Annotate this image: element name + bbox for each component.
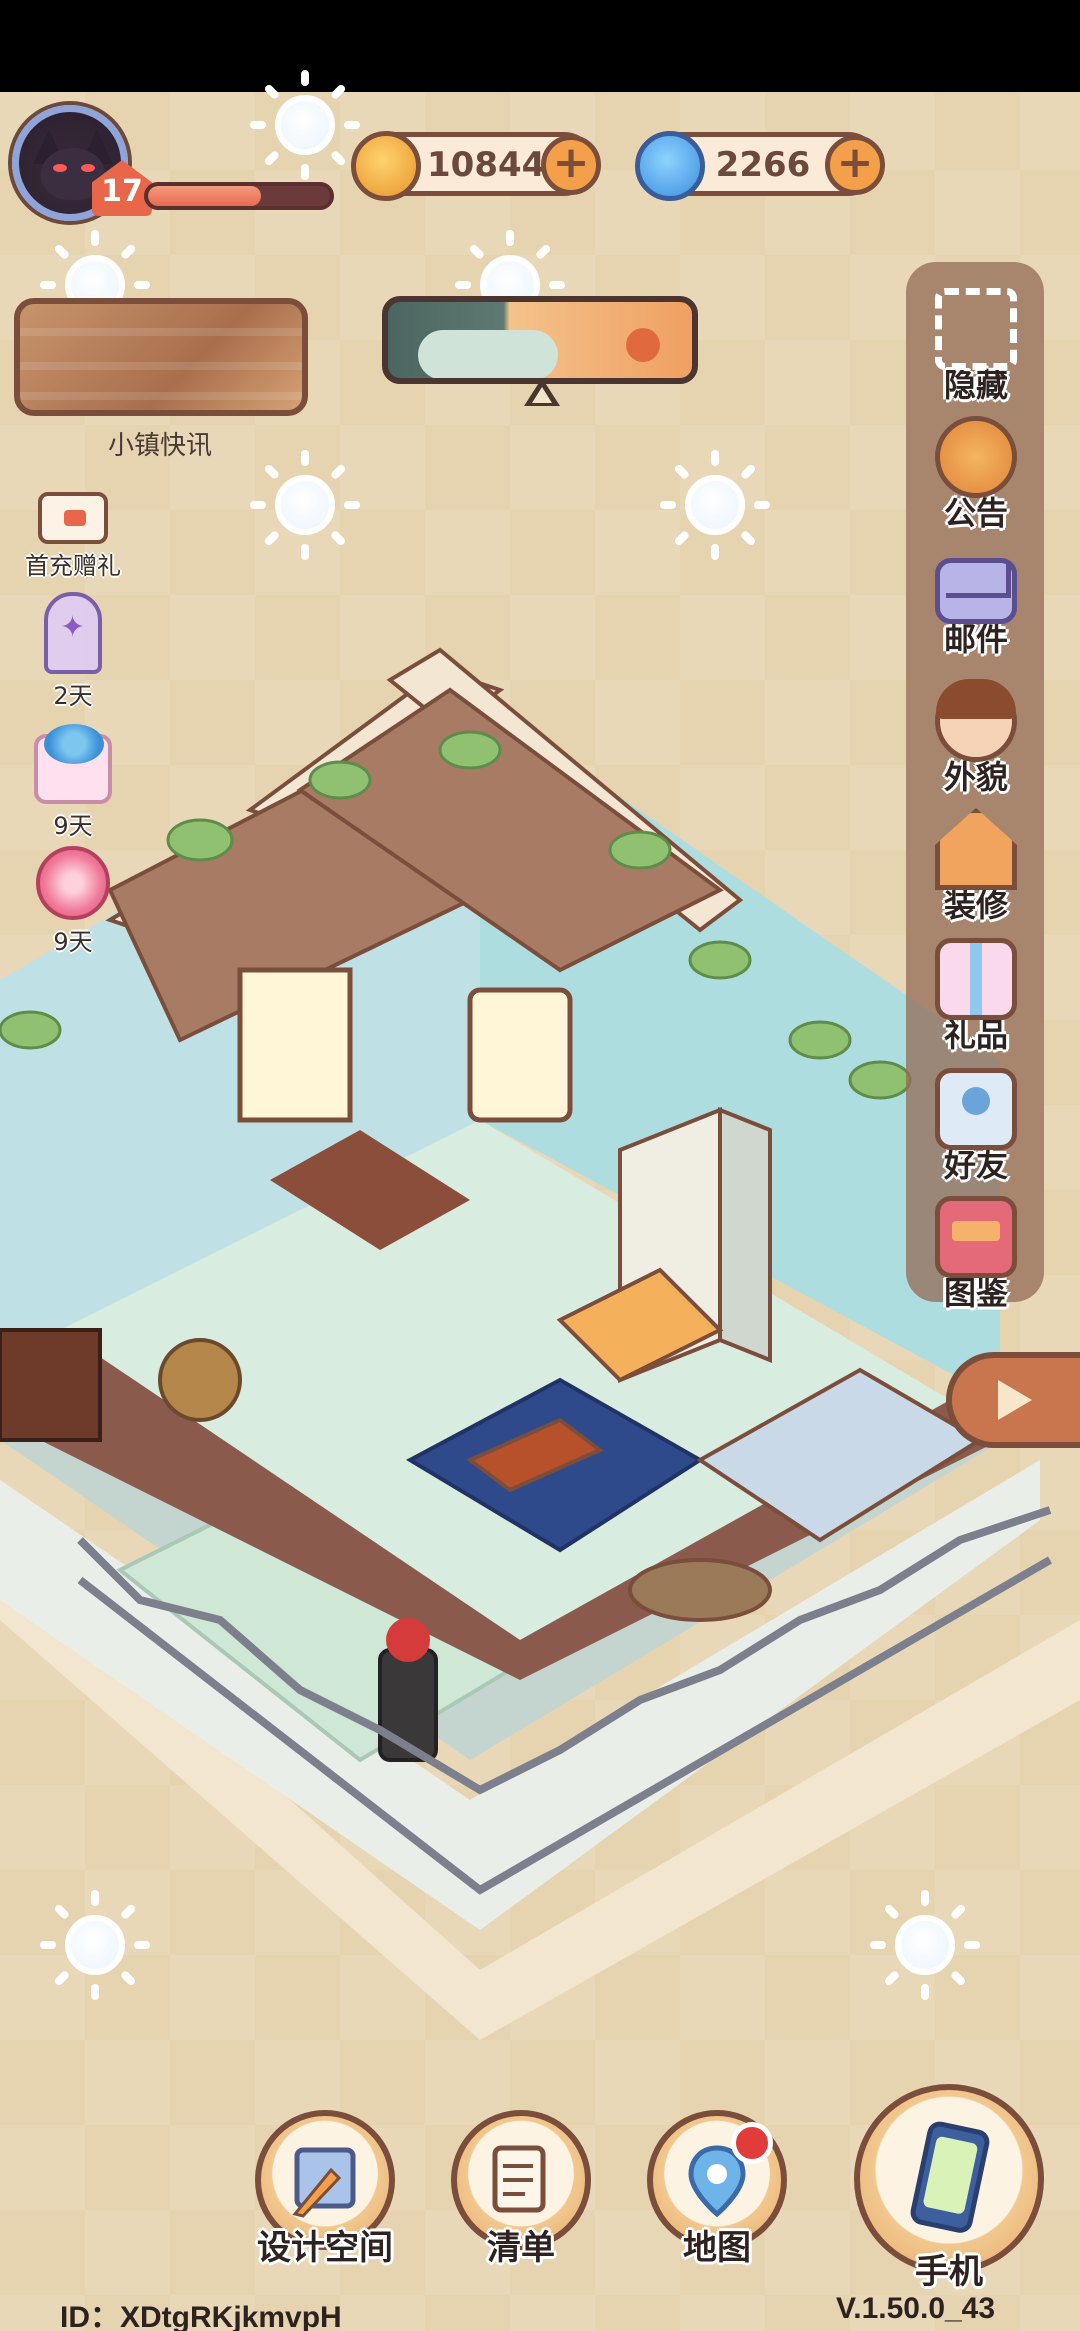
gem-icon: [635, 131, 705, 201]
app-version: V.1.50.0_43: [836, 2292, 996, 2325]
face-icon: [935, 679, 1017, 762]
sun-decoration-icon: [250, 450, 360, 560]
event-flower-box-timer: 9天: [53, 812, 93, 840]
sun-decoration-icon: [250, 70, 360, 180]
gem-counter: 2266 +: [635, 131, 885, 201]
bell-jar-icon: [44, 592, 102, 674]
status-bar: [0, 0, 1080, 92]
cloud-icon: [418, 330, 558, 378]
menu-friends[interactable]: 好友: [924, 1068, 1028, 1186]
sun-decoration-icon: [660, 450, 770, 560]
nav-map-label: 地图: [683, 2228, 751, 2268]
menu-hide[interactable]: 隐藏: [924, 288, 1028, 406]
event-bell-jar[interactable]: 2天: [18, 592, 128, 711]
add-gems-button[interactable]: +: [825, 135, 885, 195]
design-icon: [292, 2147, 356, 2218]
flower-box-icon: [34, 724, 112, 804]
time-pointer-icon: [524, 378, 560, 406]
player-level-badge: 17: [92, 160, 152, 216]
mail-icon: [935, 558, 1017, 624]
coin-counter: 10844 +: [351, 131, 601, 201]
book-icon: [935, 1196, 1017, 1278]
house-wrench-icon: [935, 808, 1017, 890]
megaphone-icon: [935, 416, 1017, 498]
coin-icon: [351, 131, 421, 201]
friend-icon: [935, 1068, 1017, 1150]
gift-envelope-icon: [38, 492, 108, 544]
menu-collection[interactable]: 图鉴: [924, 1196, 1028, 1314]
coin-amount: 10844: [427, 145, 546, 185]
day-night-indicator[interactable]: [382, 296, 698, 384]
first-recharge-gift[interactable]: 首充赠礼: [18, 492, 128, 581]
nav-checklist[interactable]: 清单: [446, 2110, 596, 2269]
menu-mail[interactable]: 邮件: [924, 548, 1028, 660]
xp-progress-bar: [144, 182, 334, 210]
town-news-thumbnail[interactable]: [14, 298, 308, 416]
xp-progress-fill: [148, 186, 261, 206]
menu-notice[interactable]: 公告: [924, 416, 1028, 534]
nav-phone-label: 手机: [915, 2252, 983, 2292]
menu-appearance[interactable]: 外貌: [924, 679, 1028, 798]
gem-amount: 2266: [715, 145, 811, 185]
town-news-label: 小镇快讯: [107, 431, 212, 461]
add-coins-button[interactable]: +: [541, 135, 601, 195]
list-icon: [492, 2145, 546, 2213]
nav-checklist-label: 清单: [487, 2228, 555, 2268]
expand-arrow-button[interactable]: [946, 1352, 1080, 1448]
event-pink-flower[interactable]: 9天: [18, 846, 128, 957]
event-bell-jar-timer: 2天: [53, 682, 93, 710]
hide-icon: [935, 288, 1017, 370]
player-level: 17: [101, 174, 143, 209]
map-notification-badge: [731, 2122, 773, 2164]
player-id: ID：XDtgRKjkmvpH: [60, 2301, 342, 2331]
nav-map[interactable]: 地图: [642, 2110, 792, 2269]
first-recharge-gift-label: 首充赠礼: [25, 552, 121, 580]
menu-gifts[interactable]: 礼品: [924, 938, 1028, 1056]
sun-icon: [626, 328, 660, 362]
event-flower-box[interactable]: 9天: [18, 724, 128, 841]
phone-icon: [910, 2121, 990, 2233]
nav-design-space[interactable]: 设计空间: [250, 2110, 400, 2269]
pink-flower-icon: [36, 846, 110, 920]
nav-design-space-label: 设计空间: [257, 2228, 393, 2268]
event-pink-flower-timer: 9天: [53, 928, 93, 956]
nav-phone[interactable]: 手机: [852, 2084, 1046, 2293]
menu-decorate[interactable]: 装修: [924, 808, 1028, 926]
gift-icon: [935, 938, 1017, 1020]
